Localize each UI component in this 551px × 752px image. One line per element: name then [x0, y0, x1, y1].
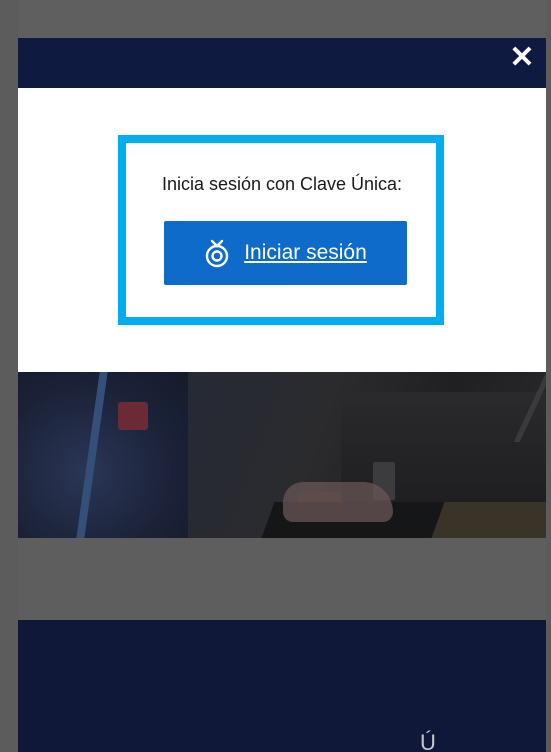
- backdrop-right: [546, 0, 551, 752]
- footer-section: [18, 620, 546, 752]
- backdrop-left: [0, 0, 18, 752]
- backdrop-top: [0, 0, 551, 38]
- login-modal: Inicia sesión con Clave Única: Iniciar s…: [18, 88, 546, 372]
- hero-image: [18, 372, 546, 538]
- hero-badge: [118, 402, 148, 430]
- modal-title: Inicia sesión con Clave Única:: [161, 174, 403, 194]
- close-button[interactable]: ✕: [506, 42, 538, 74]
- footer-partial-text: Ú: [420, 730, 436, 752]
- hero-hand: [283, 482, 393, 522]
- login-button-label: Iniciar sesión: [244, 241, 367, 264]
- page-section-band: [18, 538, 546, 620]
- login-button[interactable]: Iniciar sesión: [164, 221, 407, 285]
- close-icon: ✕: [509, 41, 535, 74]
- page-header: [18, 38, 546, 88]
- clave-unica-icon: [206, 239, 229, 268]
